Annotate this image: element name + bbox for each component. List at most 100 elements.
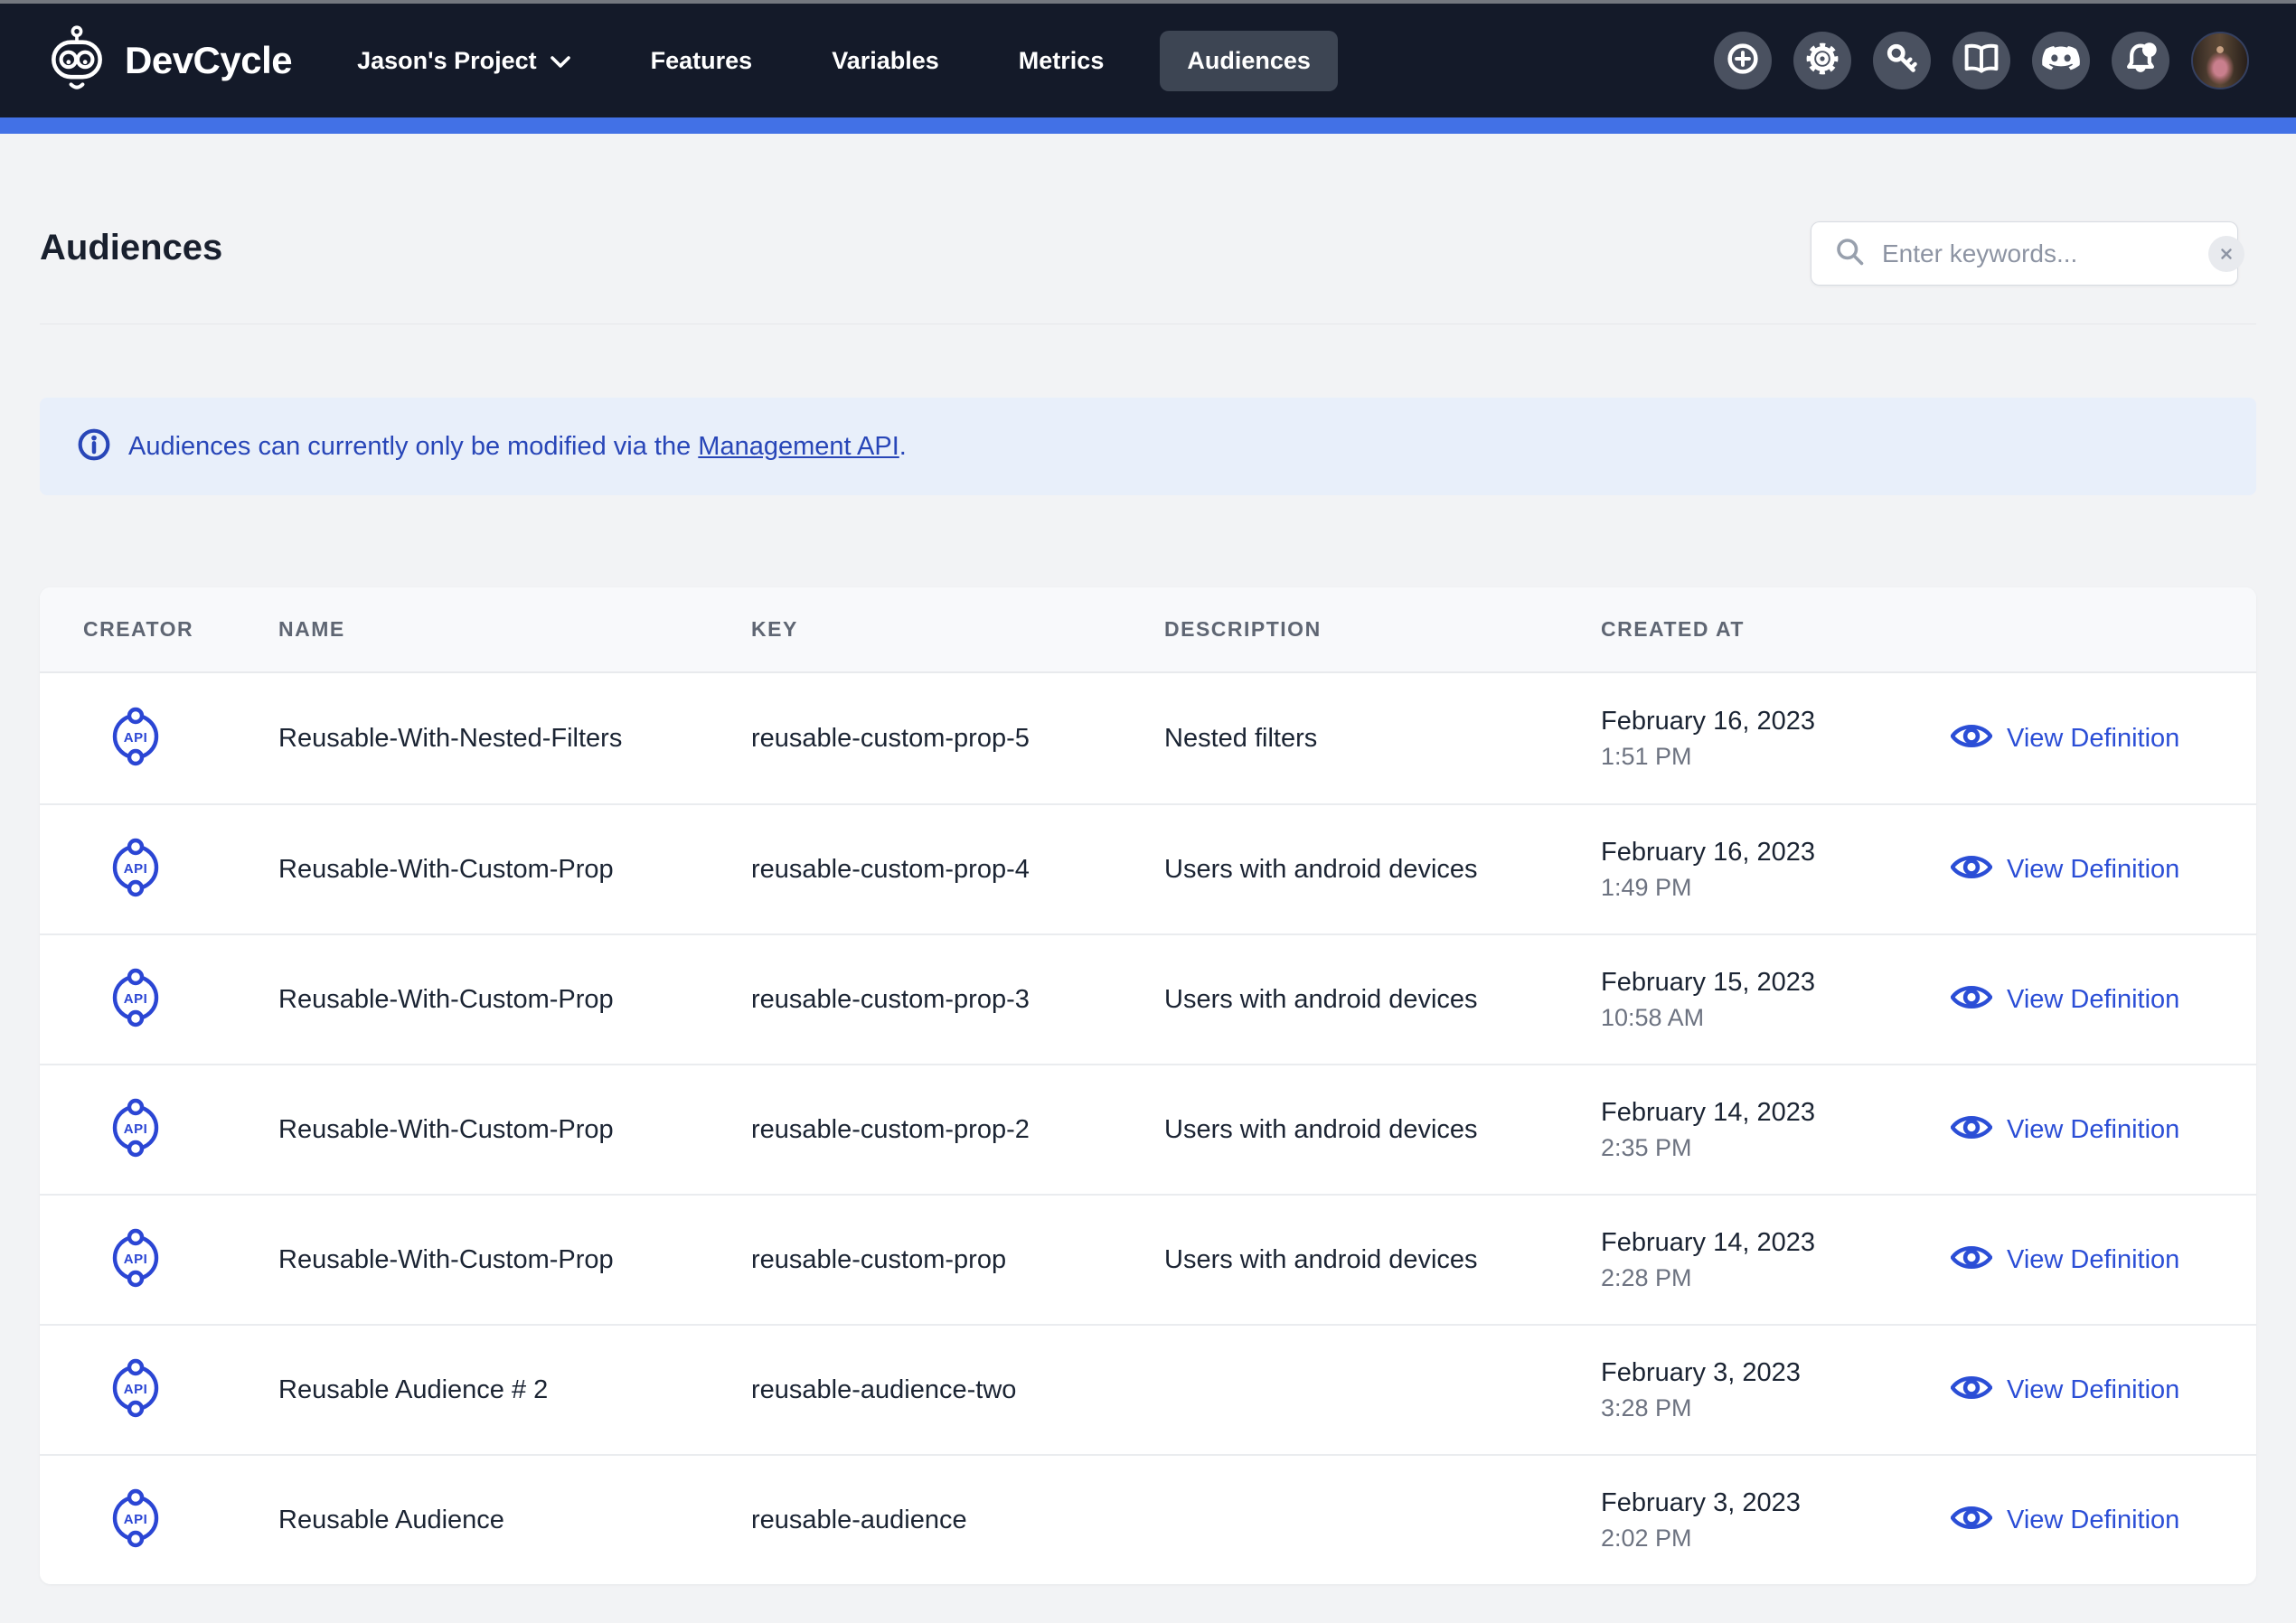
project-selector-label: Jason's Project [357,47,537,75]
table-row: API Reusable-With-Custom-Prop reusable-c… [40,803,2256,933]
audience-description: Users with android devices [1164,1115,1601,1145]
accent-bar [0,117,2296,134]
column-header-description: DESCRIPTION [1164,617,1601,642]
column-header-created-at: CREATED AT [1601,617,1951,642]
table-body: API Reusable-With-Nested-Filters reusabl… [40,673,2256,1584]
svg-text:API: API [124,1252,148,1267]
docs-button[interactable] [1953,32,2010,89]
nav-tab-features[interactable]: Features [651,47,753,75]
view-definition-link[interactable]: View Definition [1951,1372,2256,1408]
created-time: 1:49 PM [1601,874,1951,902]
table-row: API Reusable-With-Custom-Prop reusable-c… [40,1194,2256,1324]
close-icon [2218,246,2235,262]
creator-cell: API [40,838,278,902]
settings-button[interactable] [1793,32,1851,89]
banner-message: Audiences can currently only be modified… [128,432,907,462]
add-circle-button[interactable] [1714,32,1772,89]
search-icon [1833,235,1866,272]
project-selector-dropdown[interactable]: Jason's Project [357,47,571,75]
audience-name: Reusable-With-Custom-Prop [278,1245,751,1275]
view-definition-label: View Definition [2007,1375,2179,1405]
view-definition-link[interactable]: View Definition [1951,851,2256,887]
discord-icon [2041,43,2081,79]
view-definition-label: View Definition [2007,724,2179,754]
gear-icon [1803,40,1841,82]
audience-name: Reusable-With-Nested-Filters [278,724,751,754]
view-definition-link[interactable]: View Definition [1951,1242,2256,1278]
bell-icon [2122,40,2160,82]
api-keys-button[interactable] [1873,32,1931,89]
info-icon [76,427,112,467]
api-creator-icon: API [110,707,161,771]
view-definition-link[interactable]: View Definition [1951,720,2256,756]
audience-description: Users with android devices [1164,855,1601,885]
notification-dot [2142,42,2157,57]
svg-text:API: API [124,1121,148,1137]
view-definition-label: View Definition [2007,855,2179,885]
table-header-row: CREATOR NAME KEY DESCRIPTION CREATED AT [40,587,2256,673]
key-icon [1884,41,1920,81]
table-row: API Reusable-With-Custom-Prop reusable-c… [40,933,2256,1064]
notifications-button[interactable] [2112,32,2169,89]
audience-name: Reusable Audience # 2 [278,1375,751,1405]
nav-actions [1714,32,2249,89]
audience-key: reusable-custom-prop [751,1245,1164,1275]
created-time: 2:02 PM [1601,1524,1951,1553]
created-at-cell: February 15, 2023 10:58 AM [1601,968,1951,1032]
created-at-cell: February 14, 2023 2:28 PM [1601,1228,1951,1292]
audience-name: Reusable-With-Custom-Prop [278,985,751,1015]
nav-tab-variables[interactable]: Variables [832,47,939,75]
view-definition-link[interactable]: View Definition [1951,1502,2256,1538]
audience-name: Reusable-With-Custom-Prop [278,855,751,885]
devcycle-logo[interactable]: DevCycle [47,23,292,99]
created-time: 10:58 AM [1601,1004,1951,1032]
audience-key: reusable-custom-prop-4 [751,855,1164,885]
search-box [1811,221,2238,286]
api-creator-icon: API [110,1228,161,1292]
info-banner: Audiences can currently only be modified… [40,398,2256,495]
created-at-cell: February 14, 2023 2:35 PM [1601,1098,1951,1162]
created-date: February 16, 2023 [1601,707,1951,736]
user-avatar[interactable] [2191,32,2249,89]
created-date: February 15, 2023 [1601,968,1951,998]
eye-icon [1951,851,1992,887]
created-date: February 3, 2023 [1601,1358,1951,1388]
created-time: 1:51 PM [1601,743,1951,771]
view-definition-link[interactable]: View Definition [1951,981,2256,1018]
nav-tab-metrics[interactable]: Metrics [1019,47,1105,75]
created-at-cell: February 16, 2023 1:51 PM [1601,707,1951,771]
created-date: February 14, 2023 [1601,1228,1951,1258]
table-row: API Reusable-With-Nested-Filters reusabl… [40,673,2256,803]
created-time: 2:28 PM [1601,1264,1951,1292]
nav-tab-audiences[interactable]: Audiences [1160,31,1338,91]
audiences-table: CREATOR NAME KEY DESCRIPTION CREATED AT … [40,587,2256,1584]
top-nav-bar: DevCycle Jason's Project Features Variab… [0,4,2296,117]
creator-cell: API [40,968,278,1032]
svg-text:API: API [124,991,148,1007]
eye-icon [1951,1112,1992,1148]
view-definition-label: View Definition [2007,1506,2179,1535]
api-creator-icon: API [110,1358,161,1422]
created-date: February 16, 2023 [1601,838,1951,868]
devcycle-robot-icon [47,23,107,99]
audience-description: Users with android devices [1164,985,1601,1015]
view-definition-link[interactable]: View Definition [1951,1112,2256,1148]
svg-text:API: API [124,1512,148,1527]
management-api-link[interactable]: Management API [698,432,899,461]
search-clear-button[interactable] [2208,236,2244,272]
api-creator-icon: API [110,1098,161,1162]
audience-description: Nested filters [1164,724,1601,754]
created-at-cell: February 3, 2023 2:02 PM [1601,1488,1951,1553]
search-input[interactable] [1882,239,2208,268]
view-definition-label: View Definition [2007,1115,2179,1145]
creator-cell: API [40,1098,278,1162]
table-row: API Reusable Audience # 2 reusable-audie… [40,1324,2256,1454]
audience-name: Reusable Audience [278,1506,751,1535]
api-creator-icon: API [110,968,161,1032]
creator-cell: API [40,707,278,771]
svg-text:API: API [124,1382,148,1397]
table-row: API Reusable Audience reusable-audience … [40,1454,2256,1584]
created-time: 3:28 PM [1601,1394,1951,1422]
audience-name: Reusable-With-Custom-Prop [278,1115,751,1145]
discord-button[interactable] [2032,32,2090,89]
